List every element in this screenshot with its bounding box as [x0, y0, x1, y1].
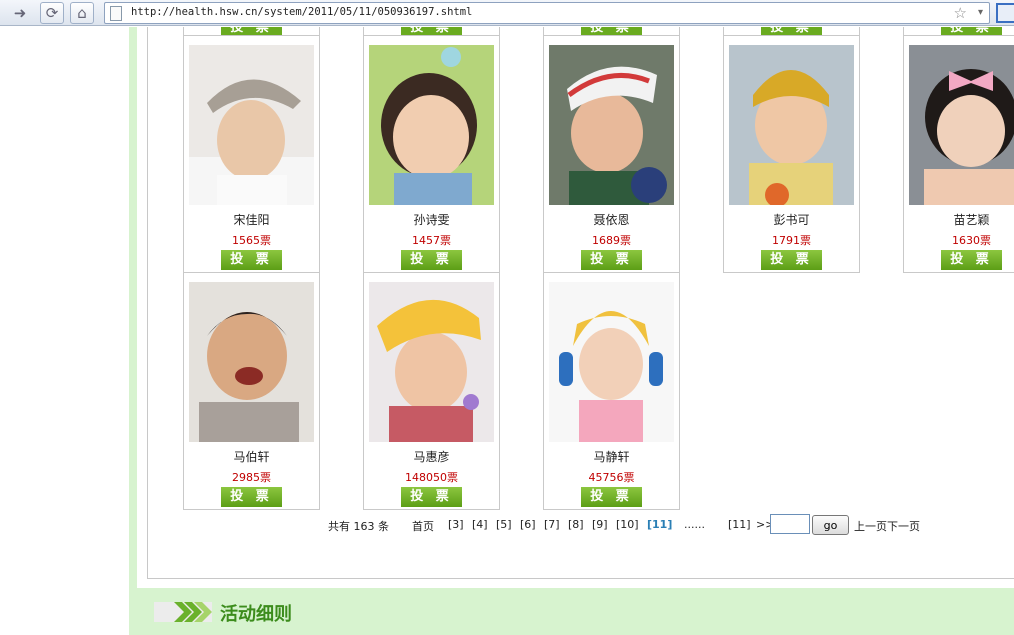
go-button[interactable]: go: [812, 515, 849, 535]
chevron-down-icon[interactable]: ▾: [978, 7, 983, 18]
contestant-card: 马伯轩 2985票 投 票: [183, 272, 320, 510]
rules-section-header: 活动细则: [137, 588, 1014, 635]
pagination-ellipsis: ......: [684, 518, 705, 531]
contestant-name: 宋佳阳: [233, 213, 270, 227]
page-link[interactable]: [7]: [544, 518, 560, 531]
rules-title: 活动细则: [220, 604, 292, 625]
contestant-card: 马惠彦 148050票 投 票: [363, 272, 500, 510]
vote-button[interactable]: 投 票: [401, 27, 462, 35]
contestant-name: 孙诗雯: [413, 213, 450, 227]
page-link[interactable]: [4]: [472, 518, 488, 531]
first-page-link[interactable]: 首页: [412, 518, 434, 534]
page-link[interactable]: [9]: [592, 518, 608, 531]
contestant-photo[interactable]: [189, 282, 314, 442]
vote-button[interactable]: 投 票: [941, 27, 1002, 35]
page-icon: [110, 6, 122, 21]
vote-button[interactable]: 投 票: [761, 27, 822, 35]
home-icon[interactable]: ⌂: [70, 2, 94, 24]
vote-button[interactable]: 投 票: [401, 250, 462, 270]
contestant-name: 马静轩: [593, 450, 630, 464]
vote-count: 1689票: [592, 234, 631, 247]
contestant-card: 聂依恩 1689票 投 票: [543, 35, 680, 273]
contestant-name: 苗艺颖: [953, 213, 990, 227]
contestant-name: 聂依恩: [593, 213, 630, 227]
contestant-photo[interactable]: [729, 45, 854, 205]
url-text[interactable]: http://health.hsw.cn/system/2011/05/11/0…: [131, 6, 472, 18]
vote-count: 1791票: [772, 234, 811, 247]
page-link[interactable]: [5]: [496, 518, 512, 531]
vote-count: 2985票: [232, 471, 271, 484]
left-rail: [129, 27, 137, 635]
vote-button[interactable]: 投 票: [581, 27, 642, 35]
page-number-input[interactable]: [770, 514, 810, 534]
vote-button[interactable]: 投 票: [221, 487, 282, 507]
contestant-name: 马惠彦: [413, 450, 450, 464]
contestant-card: 苗艺颖 1630票 投 票: [903, 35, 1014, 273]
vote-button[interactable]: 投 票: [761, 250, 822, 270]
current-page: [11]: [647, 518, 673, 531]
vote-button[interactable]: 投 票: [941, 250, 1002, 270]
contestant-card: 宋佳阳 1565票 投 票: [183, 35, 320, 273]
vote-button[interactable]: 投 票: [221, 27, 282, 35]
vote-button[interactable]: 投 票: [581, 250, 642, 270]
contestant-name: 马伯轩: [233, 450, 270, 464]
contestant-photo[interactable]: [549, 45, 674, 205]
contestant-photo[interactable]: [549, 282, 674, 442]
contestant-card: 彭书可 1791票 投 票: [723, 35, 860, 273]
page-link[interactable]: [6]: [520, 518, 536, 531]
vote-button[interactable]: 投 票: [221, 250, 282, 270]
contestant-photo[interactable]: [369, 282, 494, 442]
url-bar[interactable]: http://health.hsw.cn/system/2011/05/11/0…: [104, 2, 990, 24]
page-link[interactable]: [8]: [568, 518, 584, 531]
page-content: 投 票 投 票 投 票 投 票 投 票 宋佳阳 1565票 投 票 孙诗雯 14…: [0, 27, 1014, 635]
total-count: 共有 163 条: [328, 520, 389, 533]
bookmark-star-icon[interactable]: ☆: [954, 4, 967, 22]
contestant-photo[interactable]: [369, 45, 494, 205]
vote-count: 148050票: [405, 471, 458, 484]
double-chevron-icon: [154, 602, 212, 622]
browser-toolbar: ➜ ⟳ ⌂ http://health.hsw.cn/system/2011/0…: [0, 0, 1014, 26]
vote-button[interactable]: 投 票: [581, 487, 642, 507]
contestant-name: 彭书可: [773, 213, 810, 227]
forward-icon[interactable]: ➜: [8, 2, 32, 24]
contestant-photo[interactable]: [909, 45, 1014, 205]
page-link[interactable]: [10]: [616, 518, 639, 531]
vote-button[interactable]: 投 票: [401, 487, 462, 507]
vote-count: 1457票: [412, 234, 451, 247]
vote-count: 45756票: [588, 471, 635, 484]
last-page-link[interactable]: [11]: [728, 518, 751, 531]
extension-icon[interactable]: [996, 3, 1014, 23]
vote-count: 1630票: [952, 234, 991, 247]
page-link[interactable]: [3]: [448, 518, 464, 531]
contestant-card: 马静轩 45756票 投 票: [543, 272, 680, 510]
vote-count: 1565票: [232, 234, 271, 247]
reload-icon[interactable]: ⟳: [40, 2, 64, 24]
prev-next-links[interactable]: 上一页下一页: [854, 518, 920, 534]
contestant-photo[interactable]: [189, 45, 314, 205]
contestant-card: 孙诗雯 1457票 投 票: [363, 35, 500, 273]
